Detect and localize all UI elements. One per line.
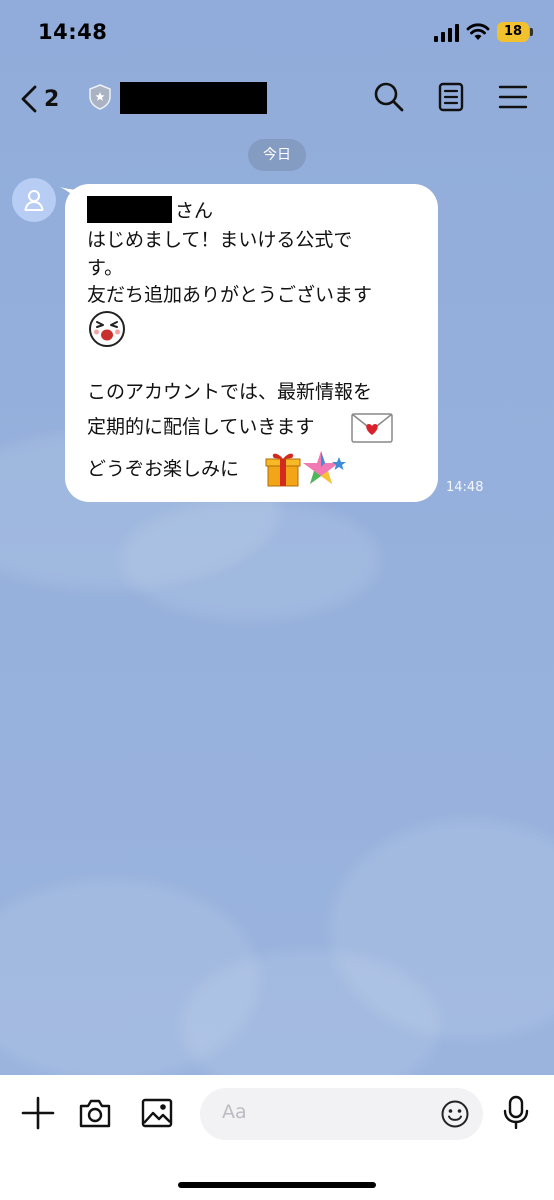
battery-cap (530, 28, 533, 36)
message-timestamp: 14:48 (446, 480, 484, 495)
message-line-2: す。 (87, 257, 124, 279)
status-time: 14:48 (38, 20, 108, 44)
redacted-chat-title (120, 82, 267, 114)
home-indicator (178, 1182, 376, 1188)
message-line-3: 友だち追加ありがとうございます (87, 284, 373, 306)
unread-count: 2 (44, 86, 60, 112)
chevron-left-icon (21, 85, 37, 113)
image-icon[interactable] (140, 1096, 174, 1130)
sender-avatar[interactable] (12, 178, 56, 222)
message-input[interactable]: Aa (200, 1088, 483, 1140)
person-icon (24, 190, 44, 211)
name-suffix: さん (175, 200, 214, 222)
date-separator: 今日 (248, 139, 306, 171)
notes-icon[interactable] (434, 80, 468, 114)
message-line-4: このアカウントでは、最新情報を (87, 381, 373, 403)
search-icon[interactable] (372, 80, 406, 114)
camera-icon[interactable] (78, 1096, 112, 1130)
chat-header: 2 (0, 66, 554, 130)
redacted-recipient-name (87, 196, 172, 223)
cellular-signal-icon (434, 24, 459, 42)
microphone-icon[interactable] (499, 1095, 533, 1129)
love-letter-emoji (351, 413, 393, 443)
laughing-face-emoji (89, 311, 125, 347)
back-button[interactable]: 2 (18, 82, 59, 116)
battery-indicator: 18 (497, 22, 529, 42)
star-emoji (303, 451, 346, 484)
message-line-5: 定期的に配信していきます (87, 416, 315, 438)
smiley-icon[interactable] (440, 1099, 470, 1129)
message-line-1: はじめまして！まいける公式で (87, 229, 353, 251)
shield-badge-icon (89, 84, 111, 110)
menu-icon[interactable] (496, 80, 530, 114)
wifi-icon (466, 23, 490, 40)
gift-emoji (265, 453, 301, 487)
message-line-6: どうぞお楽しみに (87, 458, 240, 480)
status-bar: 14:48 18 (0, 0, 554, 66)
plus-icon[interactable] (21, 1096, 55, 1130)
input-placeholder: Aa (222, 1101, 247, 1123)
